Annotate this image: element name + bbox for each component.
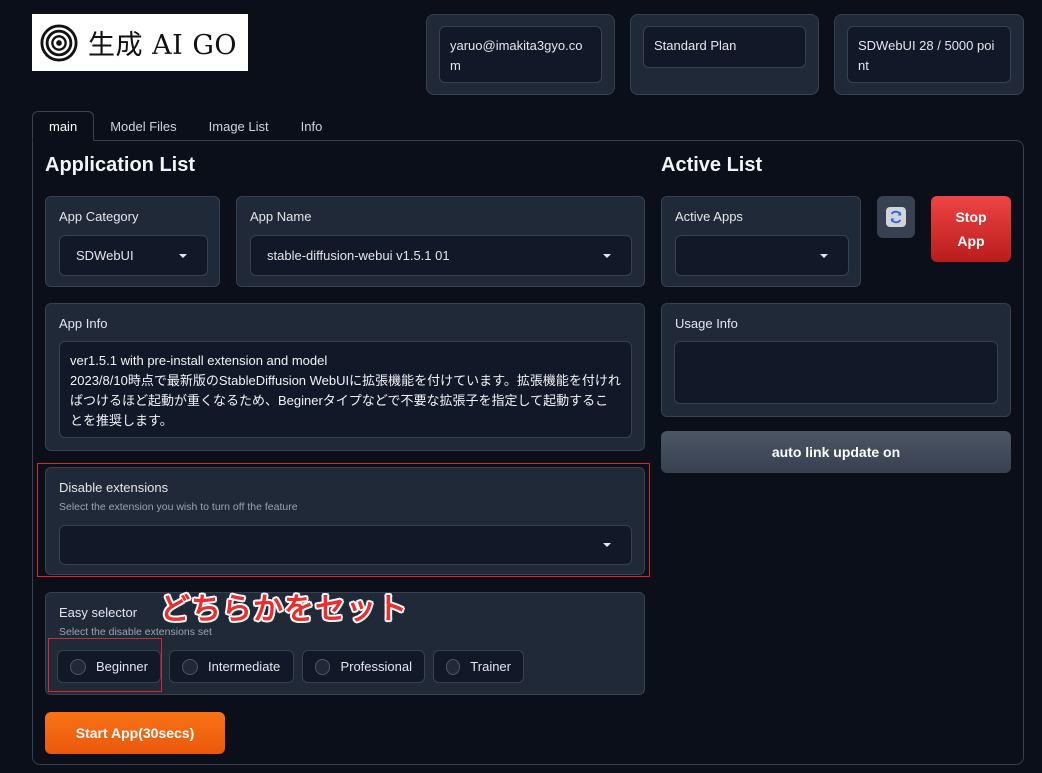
usage-info-label: Usage Info: [675, 316, 738, 331]
refresh-button[interactable]: [877, 196, 915, 238]
radio-circle-icon: [446, 658, 461, 675]
chevron-down-icon: [179, 253, 187, 258]
account-points-box: SDWebUI 28 / 5000 point: [834, 14, 1024, 95]
account-points: SDWebUI 28 / 5000 point: [847, 26, 1011, 83]
account-plan-box: Standard Plan: [630, 14, 819, 95]
app-name-label: App Name: [250, 209, 312, 224]
radio-label: Trainer: [470, 659, 511, 674]
app-category-value: SDWebUI: [76, 248, 134, 263]
refresh-icon: [886, 207, 906, 227]
radio-label: Professional: [340, 659, 412, 674]
logo-text: 生成 AI GO: [88, 30, 238, 61]
tab-model-files[interactable]: Model Files: [94, 111, 192, 141]
app-name-select[interactable]: stable-diffusion-webui v1.5.1 01: [250, 235, 632, 276]
main-tabs: main Model Files Image List Info: [32, 111, 338, 141]
app-info-line2: 2023/8/10時点で最新版のStableDiffusion WebUIに拡張…: [70, 373, 621, 428]
radio-intermediate[interactable]: Intermediate: [169, 650, 294, 683]
auto-link-update-button[interactable]: auto link update on: [661, 431, 1011, 473]
app-info-textarea[interactable]: ver1.5.1 with pre-install extension and …: [59, 341, 632, 438]
chevron-down-icon: [603, 253, 611, 258]
account-email-box: yaruo@imakita3gyo.com: [426, 14, 615, 95]
chevron-down-icon: [820, 253, 828, 258]
radio-professional[interactable]: Professional: [302, 650, 425, 683]
logo-mark-icon: [40, 23, 78, 62]
brand-logo: 生成 AI GO: [32, 14, 248, 71]
account-email: yaruo@imakita3gyo.com: [439, 26, 602, 83]
usage-info-block: Usage Info: [661, 303, 1011, 417]
app-category-label: App Category: [59, 209, 139, 224]
usage-info-textarea[interactable]: [674, 341, 998, 404]
annotation-text: どちらかをセット: [160, 593, 408, 626]
app-category-select[interactable]: SDWebUI: [59, 235, 208, 276]
app-info-block: App Info ver1.5.1 with pre-install exten…: [45, 303, 645, 451]
radio-circle-icon: [182, 658, 198, 675]
active-list-heading: Active List: [661, 154, 763, 176]
account-plan: Standard Plan: [643, 26, 806, 68]
radio-label: Intermediate: [208, 659, 281, 674]
app-name-block: App Name stable-diffusion-webui v1.5.1 0…: [236, 196, 645, 287]
active-apps-select[interactable]: [675, 235, 849, 276]
app-info-line1: ver1.5.1 with pre-install extension and …: [70, 353, 328, 368]
app-name-value: stable-diffusion-webui v1.5.1 01: [267, 248, 450, 263]
tab-image-list[interactable]: Image List: [193, 111, 285, 141]
active-apps-block: Active Apps: [661, 196, 861, 287]
radio-circle-icon: [315, 658, 331, 675]
app-category-block: App Category SDWebUI: [45, 196, 220, 287]
annotation-frame-beginner: [48, 638, 162, 692]
app-info-label: App Info: [59, 316, 108, 331]
stop-app-button[interactable]: Stop App: [931, 196, 1011, 262]
active-apps-label: Active Apps: [675, 209, 743, 224]
easy-selector-label: Easy selector: [59, 605, 138, 620]
radio-trainer[interactable]: Trainer: [433, 650, 524, 683]
annotation-frame-dropdown: [37, 463, 650, 577]
application-list-heading: Application List: [45, 154, 195, 176]
start-app-button[interactable]: Start App(30secs): [45, 712, 225, 754]
tab-info[interactable]: Info: [285, 111, 339, 141]
tab-main[interactable]: main: [32, 111, 95, 141]
